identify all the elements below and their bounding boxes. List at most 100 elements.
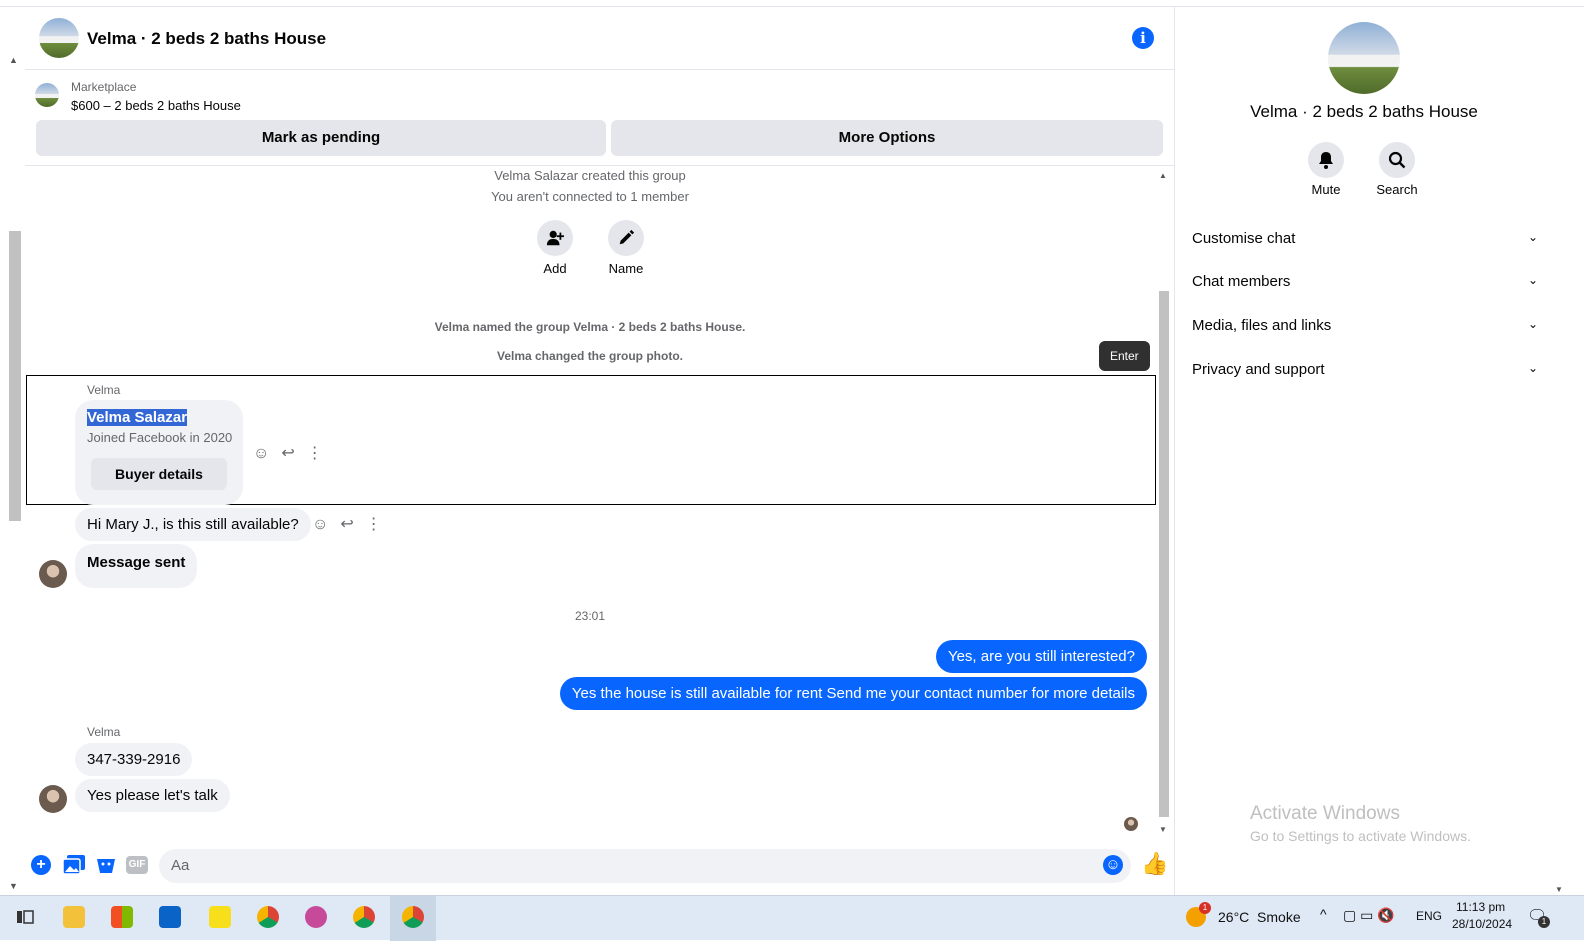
chat-panel: Velma · 2 beds 2 baths House i Marketpla… xyxy=(25,7,1175,895)
scrollbar-thumb[interactable] xyxy=(1159,291,1169,817)
more-options-button[interactable]: More Options xyxy=(611,120,1163,156)
chrome-profile-icon[interactable] xyxy=(257,906,279,928)
window-scrollbar[interactable]: ▼ xyxy=(1552,7,1566,895)
marketplace-label: Marketplace xyxy=(71,80,137,94)
message-bubble[interactable]: Message sent xyxy=(75,544,198,588)
chevron-down-icon: ⌄ xyxy=(1527,361,1538,375)
pencil-icon xyxy=(619,229,635,245)
scroll-up-arrow-icon[interactable]: ▲ xyxy=(1159,171,1167,180)
chevron-down-icon: ⌄ xyxy=(1527,230,1538,244)
weather-badge: 1 xyxy=(1199,902,1211,914)
divider xyxy=(25,165,1175,166)
sender-avatar[interactable] xyxy=(39,560,67,588)
listing-thumbnail[interactable] xyxy=(35,83,59,107)
add-people-button[interactable] xyxy=(537,220,573,256)
weather-text[interactable]: 26°C Smoke xyxy=(1218,909,1301,925)
chat-title[interactable]: Velma · 2 beds 2 baths House xyxy=(87,29,326,49)
buyer-details-button[interactable]: Buyer details xyxy=(91,458,227,490)
sidebar-item-label: Chat members xyxy=(1192,273,1291,290)
chat-header: Velma · 2 beds 2 baths House i xyxy=(25,7,1175,70)
language-indicator[interactable]: ENG xyxy=(1416,909,1442,923)
chrome-profile-icon[interactable] xyxy=(353,906,375,928)
paint-icon[interactable] xyxy=(305,906,327,928)
joined-text: Joined Facebook in 2020 xyxy=(87,430,233,445)
sidebar-item-label: Privacy and support xyxy=(1192,361,1325,378)
sidebar-item-customise-chat[interactable]: Customise chat ⌄ xyxy=(1192,230,1538,247)
sidebar-item-chat-members[interactable]: Chat members ⌄ xyxy=(1192,273,1538,290)
react-smiley-icon[interactable]: ☺ xyxy=(312,516,340,533)
listing-title[interactable]: $600 – 2 beds 2 baths House xyxy=(71,98,241,113)
scroll-down-arrow-icon[interactable]: ▼ xyxy=(1555,885,1563,894)
search-icon xyxy=(1388,151,1406,169)
thumbs-up-icon[interactable]: 👍 xyxy=(1141,851,1168,877)
chevron-up-icon[interactable]: ^ xyxy=(1320,906,1327,922)
message-input[interactable]: Aa xyxy=(159,849,1131,883)
name-group-button[interactable] xyxy=(608,220,644,256)
chevron-down-icon: ⌄ xyxy=(1527,273,1538,287)
gif-icon[interactable]: GIF xyxy=(126,856,148,874)
scrollbar-thumb[interactable] xyxy=(9,231,21,521)
add-label: Add xyxy=(543,261,567,276)
clock-date[interactable]: 28/10/2024 xyxy=(1452,917,1512,931)
name-label: Name xyxy=(608,261,644,276)
reply-icon[interactable]: ↩ xyxy=(281,445,306,462)
timestamp: 23:01 xyxy=(574,609,606,623)
window-top-edge xyxy=(0,0,1584,7)
notification-count: 1 xyxy=(1538,916,1550,928)
search-button[interactable] xyxy=(1379,142,1415,178)
chat-scrollbar[interactable]: ▲ ▼ xyxy=(1157,169,1171,837)
more-vertical-icon[interactable]: ⋮ xyxy=(307,445,335,462)
outgoing-message-bubble[interactable]: Yes the house is still available for ren… xyxy=(559,677,1147,710)
chrome-active-icon[interactable] xyxy=(402,906,424,928)
read-receipt-avatar xyxy=(1124,817,1138,831)
group-named-notice: Velma named the group Velma · 2 beds 2 b… xyxy=(434,320,746,334)
sender-avatar[interactable] xyxy=(39,785,67,813)
sidebar-item-media-files-links[interactable]: Media, files and links ⌄ xyxy=(1192,317,1538,334)
chevron-down-icon: ⌄ xyxy=(1527,317,1538,331)
not-connected-notice: You aren't connected to 1 member xyxy=(491,189,689,204)
message-bubble[interactable]: Yes please let's talk xyxy=(75,779,230,812)
message-actions: ☺↩⋮ xyxy=(312,514,394,534)
group-created-notice: Velma Salazar created this group xyxy=(494,168,686,183)
task-view-icon[interactable] xyxy=(14,906,36,928)
sticky-notes-icon[interactable] xyxy=(209,906,231,928)
photo-icon[interactable] xyxy=(63,855,85,875)
reply-icon[interactable]: ↩ xyxy=(340,516,365,533)
info-icon[interactable]: i xyxy=(1132,27,1154,49)
group-avatar[interactable] xyxy=(39,18,79,58)
mute-button[interactable] xyxy=(1308,142,1344,178)
react-smiley-icon[interactable]: ☺ xyxy=(253,445,281,462)
file-explorer-icon[interactable] xyxy=(63,906,85,928)
clock-time[interactable]: 11:13 pm xyxy=(1456,900,1505,914)
more-vertical-icon[interactable]: ⋮ xyxy=(366,516,394,533)
buyer-name[interactable]: Velma Salazar xyxy=(87,409,188,426)
sidebar-item-label: Customise chat xyxy=(1192,230,1296,247)
scroll-down-arrow-icon[interactable]: ▼ xyxy=(1159,825,1167,834)
buyer-card[interactable]: Velma Salazar Joined Facebook in 2020 Bu… xyxy=(75,400,243,505)
sidebar-item-label: Media, files and links xyxy=(1192,317,1332,334)
sidebar-group-avatar[interactable] xyxy=(1328,22,1400,94)
mute-label: Mute xyxy=(1311,182,1341,197)
chat-info-sidebar: Velma · 2 beds 2 baths House Mute Search… xyxy=(1176,7,1552,895)
message-bubble[interactable]: 347-339-2916 xyxy=(75,743,193,776)
scroll-up-arrow-icon[interactable]: ▲ xyxy=(9,55,18,65)
mail-icon[interactable] xyxy=(159,906,181,928)
sender-name: Velma xyxy=(87,725,121,739)
sidebar-title: Velma · 2 beds 2 baths House xyxy=(1250,102,1478,121)
microsoft-store-icon[interactable] xyxy=(111,906,133,928)
outgoing-message-bubble[interactable]: Yes, are you still interested? xyxy=(935,640,1147,673)
activate-windows-title: Activate Windows xyxy=(1250,803,1400,824)
page-scrollbar[interactable]: ▲ ▼ xyxy=(6,55,24,895)
sticker-icon[interactable] xyxy=(95,855,117,875)
scroll-down-arrow-icon[interactable]: ▼ xyxy=(9,881,18,891)
group-photo-notice: Velma changed the group photo. xyxy=(496,349,683,363)
sidebar-item-privacy-support[interactable]: Privacy and support ⌄ xyxy=(1192,361,1538,378)
emoji-icon[interactable]: ☺ xyxy=(1103,855,1123,875)
system-tray-icons[interactable]: ▢ ▭ 🔇 xyxy=(1343,907,1395,924)
windows-taskbar: 1 26°C Smoke ^ ▢ ▭ 🔇 ENG 11:13 pm 28/10/… xyxy=(0,895,1584,941)
activate-windows-subtitle: Go to Settings to activate Windows. xyxy=(1250,828,1471,844)
plus-circle-icon[interactable]: + xyxy=(31,855,51,875)
mark-as-pending-button[interactable]: Mark as pending xyxy=(36,120,606,156)
message-bubble[interactable]: Hi Mary J., is this still available? xyxy=(75,508,311,541)
bell-icon xyxy=(1319,152,1333,169)
